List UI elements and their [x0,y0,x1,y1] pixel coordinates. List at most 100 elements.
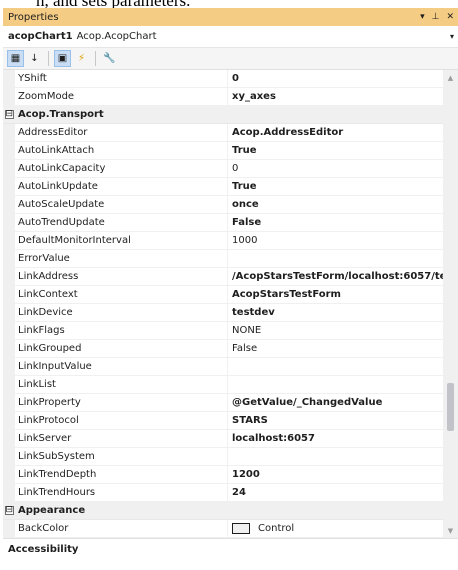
property-name[interactable]: AddressEditor [15,124,228,141]
property-name[interactable]: LinkInputValue [15,358,228,375]
property-name[interactable]: ZoomMode [15,88,228,105]
row-gutter [3,232,15,249]
category-row[interactable]: ⊟ Acop.Transport [3,106,443,124]
property-name[interactable]: LinkTrendHours [15,484,228,501]
property-row[interactable]: LinkList [3,376,443,394]
property-name[interactable]: LinkDevice [15,304,228,321]
property-value[interactable]: /AcopStarsTestForm/localhost:6057/testde… [228,268,443,285]
collapse-icon[interactable]: ⊟ [3,506,15,515]
property-value[interactable]: 0 [228,160,443,177]
scroll-down-icon[interactable]: ▼ [443,523,458,538]
property-value[interactable]: STARS [228,412,443,429]
property-value[interactable] [228,448,443,465]
property-name[interactable]: LinkFlags [15,322,228,339]
property-name[interactable]: LinkAddress [15,268,228,285]
property-name[interactable]: LinkServer [15,430,228,447]
categorized-icon[interactable]: ▦ [7,50,24,67]
property-row[interactable]: AutoLinkAttach True [3,142,443,160]
property-name[interactable]: DefaultMonitorInterval [15,232,228,249]
property-pages-icon[interactable]: 🔧 [101,50,118,67]
property-row[interactable]: AutoScaleUpdate once [3,196,443,214]
property-value[interactable]: 0 [228,70,443,87]
property-name[interactable]: AutoLinkUpdate [15,178,228,195]
property-row[interactable]: LinkSubSystem [3,448,443,466]
property-grid: YShift 0 ZoomMode xy_axes ⊟ Acop.Transport Add… [3,70,443,538]
property-name[interactable]: LinkList [15,376,228,393]
property-row[interactable]: LinkInputValue [3,358,443,376]
property-row[interactable]: BackColor Control [3,520,443,538]
property-value[interactable]: 1000 [228,232,443,249]
chevron-down-icon[interactable]: ▾ [450,32,454,41]
property-value[interactable]: Control [228,520,443,537]
property-row[interactable]: AddressEditor Acop.AddressEditor [3,124,443,142]
category-row[interactable]: ⊟ Appearance [3,502,443,520]
property-row[interactable]: AutoLinkCapacity 0 [3,160,443,178]
events-icon[interactable]: ⚡ [73,50,90,67]
property-value[interactable]: AcopStarsTestForm [228,286,443,303]
scroll-up-icon[interactable]: ▲ [443,70,458,85]
property-value[interactable]: xy_axes [228,88,443,105]
property-row[interactable]: YShift 0 [3,70,443,88]
property-value[interactable]: localhost:6057 [228,430,443,447]
property-value[interactable]: once [228,196,443,213]
property-name[interactable]: YShift [15,70,228,87]
property-value[interactable] [228,250,443,267]
property-name[interactable]: LinkTrendDepth [15,466,228,483]
row-gutter [3,124,15,141]
property-value[interactable]: True [228,142,443,159]
property-value[interactable]: Acop.AddressEditor [228,124,443,141]
property-value[interactable] [228,376,443,393]
property-row[interactable]: LinkTrendDepth 1200 [3,466,443,484]
property-value[interactable]: 1200 [228,466,443,483]
row-gutter [3,250,15,267]
scrollbar[interactable]: ▲ ▼ [443,70,458,538]
property-name[interactable]: LinkSubSystem [15,448,228,465]
row-gutter [3,358,15,375]
property-name[interactable]: ErrorValue [15,250,228,267]
property-row[interactable]: LinkAddress/AcopStarsTestForm/localhost:… [3,268,443,286]
property-row[interactable]: LinkTrendHours 24 [3,484,443,502]
property-row[interactable]: LinkDevice testdev [3,304,443,322]
property-value[interactable]: False [228,214,443,231]
property-row[interactable]: LinkFlags NONE [3,322,443,340]
property-value[interactable]: testdev [228,304,443,321]
property-name[interactable]: LinkProtocol [15,412,228,429]
property-value[interactable]: True [228,178,443,195]
property-value[interactable]: 24 [228,484,443,501]
object-selector[interactable]: acopChart1 Acop.AcopChart ▾ [3,26,458,48]
property-name[interactable]: LinkProperty [15,394,228,411]
alphabetical-icon[interactable]: ↓ [26,50,43,67]
property-value[interactable] [228,358,443,375]
property-row[interactable]: LinkProperty @GetValue/_ChangedValue [3,394,443,412]
property-row[interactable]: LinkProtocol STARS [3,412,443,430]
close-icon[interactable]: ✕ [446,12,454,22]
property-name[interactable]: AutoScaleUpdate [15,196,228,213]
property-name[interactable]: LinkContext [15,286,228,303]
property-row[interactable]: ZoomMode xy_axes [3,88,443,106]
properties-icon[interactable]: ▣ [54,50,71,67]
color-swatch [232,523,250,534]
property-value[interactable]: @GetValue/_ChangedValue [228,394,443,411]
property-name[interactable]: AutoLinkAttach [15,142,228,159]
property-value[interactable]: NONE [228,322,443,339]
property-row[interactable]: LinkGrouped False [3,340,443,358]
property-row[interactable]: ErrorValue [3,250,443,268]
property-value[interactable]: False [228,340,443,357]
caption-fragment: n, and sets parameters. [0,0,458,8]
property-row[interactable]: LinkContext AcopStarsTestForm [3,286,443,304]
property-row[interactable]: AutoTrendUpdate False [3,214,443,232]
scroll-thumb[interactable] [447,382,454,431]
property-name[interactable]: AutoTrendUpdate [15,214,228,231]
property-row[interactable]: AutoLinkUpdate True [3,178,443,196]
collapse-icon[interactable]: ⊟ [3,110,15,119]
row-gutter [3,520,15,537]
row-gutter [3,466,15,483]
property-row[interactable]: LinkServer localhost:6057 [3,430,443,448]
property-name[interactable]: BackColor [15,520,228,537]
property-name[interactable]: LinkGrouped [15,340,228,357]
property-name[interactable]: AutoLinkCapacity [15,160,228,177]
row-gutter [3,484,15,501]
property-row[interactable]: DefaultMonitorInterval 1000 [3,232,443,250]
window-dropdown-icon[interactable]: ▾ [420,12,425,22]
pin-icon[interactable]: ⊥ [432,12,440,22]
